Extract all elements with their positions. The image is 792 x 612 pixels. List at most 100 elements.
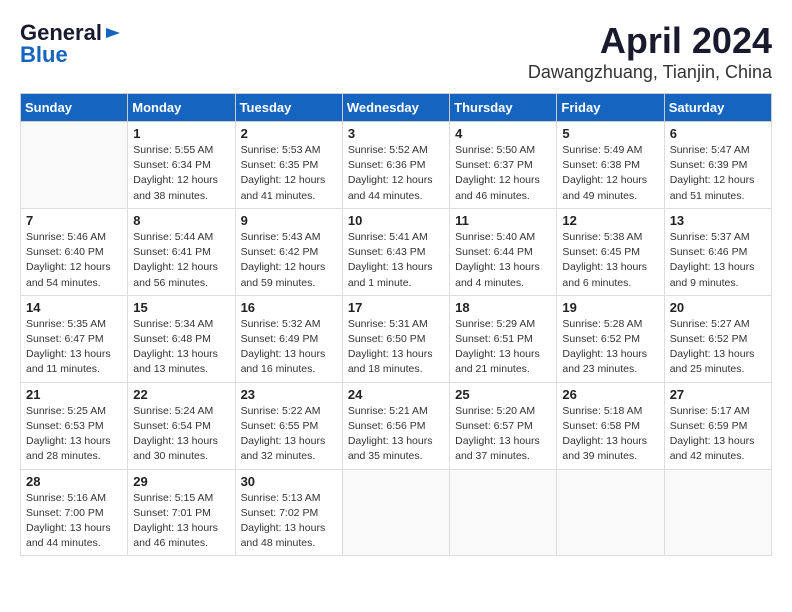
day-info: Sunrise: 5:27 AM Sunset: 6:52 PM Dayligh… [670,317,766,378]
calendar-cell: 14 Sunrise: 5:35 AM Sunset: 6:47 PM Dayli… [21,295,128,382]
day-info: Sunrise: 5:31 AM Sunset: 6:50 PM Dayligh… [348,317,444,378]
day-number: 26 [562,387,658,402]
day-number: 5 [562,126,658,141]
day-number: 14 [26,300,122,315]
day-number: 27 [670,387,766,402]
header-wednesday: Wednesday [342,94,449,122]
calendar-week-4: 21 Sunrise: 5:25 AM Sunset: 6:53 PM Dayli… [21,382,772,469]
day-number: 3 [348,126,444,141]
calendar-cell: 28 Sunrise: 5:16 AM Sunset: 7:00 PM Dayli… [21,469,128,556]
day-number: 19 [562,300,658,315]
calendar-cell: 22Sunrise: 5:24 AM Sunset: 6:54 PM Dayli… [128,382,235,469]
calendar-week-2: 7 Sunrise: 5:46 AM Sunset: 6:40 PM Daylig… [21,208,772,295]
calendar-cell [342,469,449,556]
calendar-cell [21,122,128,209]
day-info: Sunrise: 5:52 AM Sunset: 6:36 PM Dayligh… [348,143,444,204]
day-number: 23 [241,387,337,402]
calendar-cell: 6Sunrise: 5:47 AM Sunset: 6:39 PM Daylig… [664,122,771,209]
day-number: 21 [26,387,122,402]
day-info: Sunrise: 5:34 AM Sunset: 6:48 PM Dayligh… [133,317,229,378]
day-number: 17 [348,300,444,315]
calendar-cell [557,469,664,556]
calendar-cell: 26 Sunrise: 5:18 AM Sunset: 6:58 PM Dayli… [557,382,664,469]
day-number: 20 [670,300,766,315]
header-friday: Friday [557,94,664,122]
calendar-cell: 21 Sunrise: 5:25 AM Sunset: 6:53 PM Dayli… [21,382,128,469]
calendar-cell: 19 Sunrise: 5:28 AM Sunset: 6:52 PM Dayli… [557,295,664,382]
calendar-table: SundayMondayTuesdayWednesdayThursdayFrid… [20,93,772,556]
calendar-cell: 18 Sunrise: 5:29 AM Sunset: 6:51 PM Dayli… [450,295,557,382]
calendar-cell: 7 Sunrise: 5:46 AM Sunset: 6:40 PM Daylig… [21,208,128,295]
calendar-cell: 27 Sunrise: 5:17 AM Sunset: 6:59 PM Dayli… [664,382,771,469]
calendar-cell: 17 Sunrise: 5:31 AM Sunset: 6:50 PM Dayli… [342,295,449,382]
day-info: Sunrise: 5:47 AM Sunset: 6:39 PM Dayligh… [670,143,766,204]
day-info: Sunrise: 5:49 AM Sunset: 6:38 PM Dayligh… [562,143,658,204]
day-number: 10 [348,213,444,228]
day-info: Sunrise: 5:29 AM Sunset: 6:51 PM Dayligh… [455,317,551,378]
calendar-header-row: SundayMondayTuesdayWednesdayThursdayFrid… [21,94,772,122]
page-subtitle: Dawangzhuang, Tianjin, China [528,62,772,83]
day-info: Sunrise: 5:41 AM Sunset: 6:43 PM Dayligh… [348,230,444,291]
calendar-cell: 25 Sunrise: 5:20 AM Sunset: 6:57 PM Dayli… [450,382,557,469]
logo: General Blue [20,20,122,68]
header-thursday: Thursday [450,94,557,122]
day-info: Sunrise: 5:28 AM Sunset: 6:52 PM Dayligh… [562,317,658,378]
title-block: April 2024 Dawangzhuang, Tianjin, China [528,20,772,83]
calendar-cell: 13 Sunrise: 5:37 AM Sunset: 6:46 PM Dayli… [664,208,771,295]
day-number: 11 [455,213,551,228]
calendar-cell: 30 Sunrise: 5:13 AM Sunset: 7:02 PM Dayli… [235,469,342,556]
day-info: Sunrise: 5:40 AM Sunset: 6:44 PM Dayligh… [455,230,551,291]
day-number: 7 [26,213,122,228]
day-info: Sunrise: 5:37 AM Sunset: 6:46 PM Dayligh… [670,230,766,291]
day-number: 25 [455,387,551,402]
day-info: Sunrise: 5:22 AM Sunset: 6:55 PM Dayligh… [241,404,337,465]
logo-blue: Blue [20,42,68,68]
calendar-cell: 29 Sunrise: 5:15 AM Sunset: 7:01 PM Dayli… [128,469,235,556]
day-info: Sunrise: 5:15 AM Sunset: 7:01 PM Dayligh… [133,491,229,552]
day-number: 18 [455,300,551,315]
day-number: 15 [133,300,229,315]
day-number: 24 [348,387,444,402]
day-number: 29 [133,474,229,489]
day-number: 1 [133,126,229,141]
header-saturday: Saturday [664,94,771,122]
calendar-cell: 16Sunrise: 5:32 AM Sunset: 6:49 PM Dayli… [235,295,342,382]
day-info: Sunrise: 5:43 AM Sunset: 6:42 PM Dayligh… [241,230,337,291]
calendar-week-5: 28 Sunrise: 5:16 AM Sunset: 7:00 PM Dayli… [21,469,772,556]
calendar-cell: 15 Sunrise: 5:34 AM Sunset: 6:48 PM Dayli… [128,295,235,382]
calendar-cell: 3 Sunrise: 5:52 AM Sunset: 6:36 PM Daylig… [342,122,449,209]
header-sunday: Sunday [21,94,128,122]
page-header: General Blue April 2024 Dawangzhuang, Ti… [20,20,772,83]
page-title: April 2024 [528,20,772,62]
day-info: Sunrise: 5:21 AM Sunset: 6:56 PM Dayligh… [348,404,444,465]
calendar-week-1: 1 Sunrise: 5:55 AM Sunset: 6:34 PM Daylig… [21,122,772,209]
day-info: Sunrise: 5:13 AM Sunset: 7:02 PM Dayligh… [241,491,337,552]
calendar-cell: 8Sunrise: 5:44 AM Sunset: 6:41 PM Daylig… [128,208,235,295]
calendar-cell: 10 Sunrise: 5:41 AM Sunset: 6:43 PM Dayli… [342,208,449,295]
day-info: Sunrise: 5:53 AM Sunset: 6:35 PM Dayligh… [241,143,337,204]
day-number: 16 [241,300,337,315]
day-info: Sunrise: 5:24 AM Sunset: 6:54 PM Dayligh… [133,404,229,465]
calendar-cell [450,469,557,556]
header-tuesday: Tuesday [235,94,342,122]
day-info: Sunrise: 5:20 AM Sunset: 6:57 PM Dayligh… [455,404,551,465]
day-number: 9 [241,213,337,228]
calendar-cell: 11 Sunrise: 5:40 AM Sunset: 6:44 PM Dayli… [450,208,557,295]
calendar-week-3: 14 Sunrise: 5:35 AM Sunset: 6:47 PM Dayli… [21,295,772,382]
day-number: 13 [670,213,766,228]
day-number: 12 [562,213,658,228]
day-number: 30 [241,474,337,489]
calendar-cell [664,469,771,556]
day-info: Sunrise: 5:16 AM Sunset: 7:00 PM Dayligh… [26,491,122,552]
logo-bird-icon [104,24,122,42]
calendar-cell: 4Sunrise: 5:50 AM Sunset: 6:37 PM Daylig… [450,122,557,209]
day-info: Sunrise: 5:38 AM Sunset: 6:45 PM Dayligh… [562,230,658,291]
day-info: Sunrise: 5:46 AM Sunset: 6:40 PM Dayligh… [26,230,122,291]
day-info: Sunrise: 5:35 AM Sunset: 6:47 PM Dayligh… [26,317,122,378]
day-info: Sunrise: 5:17 AM Sunset: 6:59 PM Dayligh… [670,404,766,465]
day-info: Sunrise: 5:25 AM Sunset: 6:53 PM Dayligh… [26,404,122,465]
day-info: Sunrise: 5:55 AM Sunset: 6:34 PM Dayligh… [133,143,229,204]
day-number: 28 [26,474,122,489]
calendar-cell: 12 Sunrise: 5:38 AM Sunset: 6:45 PM Dayli… [557,208,664,295]
day-info: Sunrise: 5:18 AM Sunset: 6:58 PM Dayligh… [562,404,658,465]
